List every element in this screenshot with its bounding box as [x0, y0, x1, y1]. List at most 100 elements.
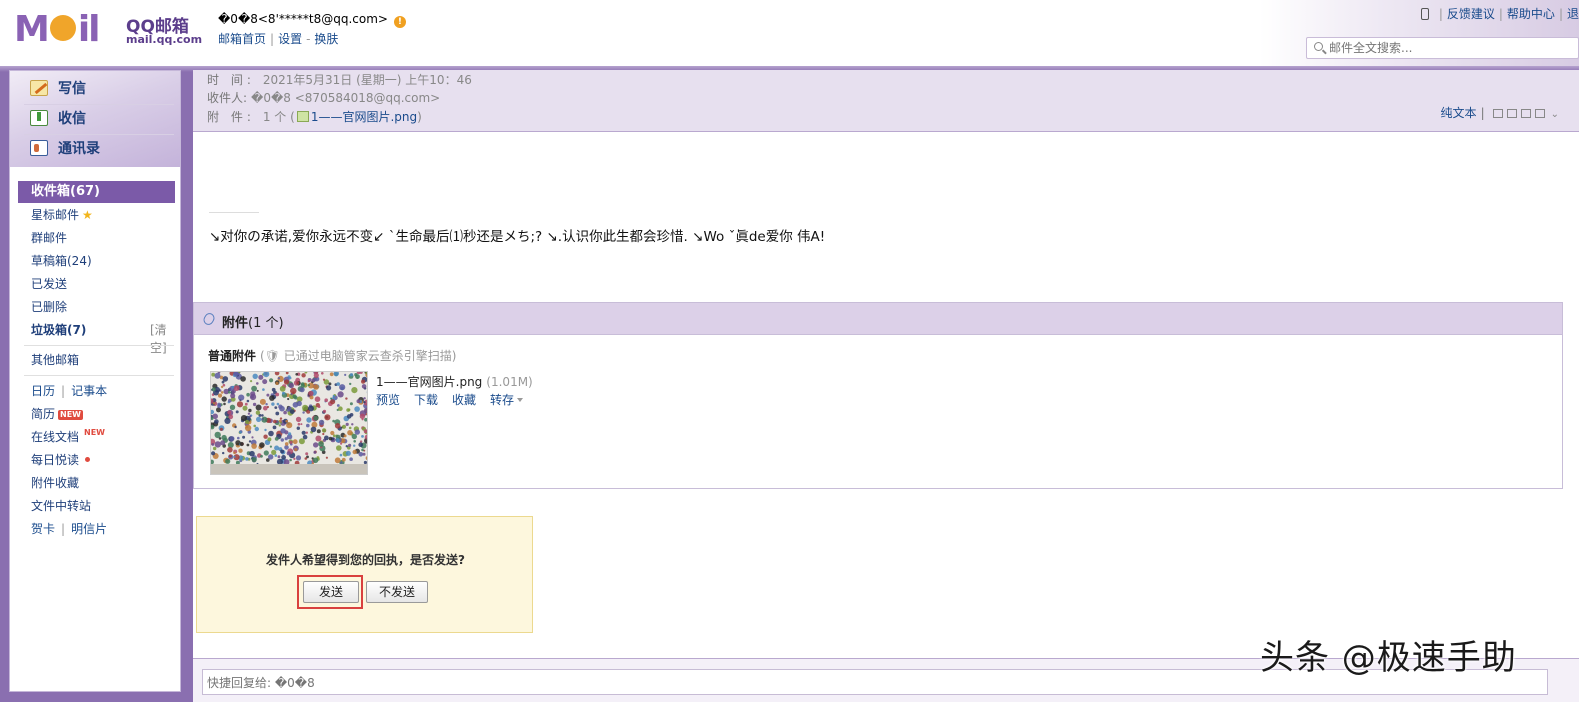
separator: -: [306, 32, 311, 46]
postcards-link[interactable]: 明信片: [71, 522, 107, 536]
calendar-link[interactable]: 日历: [31, 384, 55, 398]
receive-icon: [30, 110, 48, 126]
change-skin-link[interactable]: 换肤: [314, 32, 338, 46]
account-info: �0�8<8'*****t8@qq.com>!: [218, 12, 406, 28]
mail-header: 时 间: 2021年5月31日 (星期一) 上午10：46 收件人: �0�8 <8…: [193, 70, 1579, 132]
thumbnail-image: [211, 372, 367, 474]
download-link[interactable]: 下载: [414, 393, 438, 407]
download-icon[interactable]: [1520, 109, 1531, 118]
save-to-label: 转存: [490, 393, 515, 407]
separator: |: [61, 384, 66, 398]
attachment-file-name: 1——官网图片.png: [376, 375, 483, 389]
separator: |: [1498, 7, 1503, 21]
dont-send-receipt-button[interactable]: 不发送: [366, 581, 428, 603]
cards-postcards-row: 贺卡 | 明信片: [31, 520, 107, 538]
separator: |: [1558, 7, 1563, 21]
notes-link[interactable]: 记事本: [71, 384, 107, 398]
calendar-notes-row: 日历 | 记事本: [31, 382, 107, 400]
logo-bell-icon: [49, 15, 76, 41]
attachment-count: 1 个 (: [262, 110, 295, 124]
attachment-panel-count: (1 个): [248, 316, 284, 331]
settings-link[interactable]: 设置: [278, 32, 302, 46]
logo[interactable]: Mil QQ邮箱 mail.qq.com: [14, 10, 204, 50]
plain-text-link[interactable]: 纯文本: [1441, 106, 1477, 120]
folder-group[interactable]: 群邮件: [31, 229, 67, 247]
time-value: 2021年5月31日 (星期一) 上午10：46: [262, 73, 472, 87]
attachment-file-info: 1——官网图片.png (1.01M): [376, 373, 533, 390]
attachment-thumbnail[interactable]: [210, 371, 368, 475]
divider: [24, 345, 174, 346]
print-icon[interactable]: [1534, 109, 1545, 118]
folder-spam[interactable]: 垃圾箱(7): [31, 321, 86, 339]
save-to-link[interactable]: 转存: [490, 393, 524, 407]
contacts-button[interactable]: 通讯录: [30, 137, 100, 161]
help-center-link[interactable]: 帮助中心: [1507, 7, 1555, 21]
recipient-label: 收件人:: [207, 91, 248, 105]
header: Mil QQ邮箱 mail.qq.com �0�8<8'*****t8@qq.c…: [0, 0, 1579, 66]
new-badge: NEW: [84, 428, 105, 437]
separator: |: [61, 522, 66, 536]
receive-button[interactable]: 收信: [30, 107, 86, 131]
attachment-actions: 预览 下载 收藏 转存: [376, 391, 537, 408]
resume-link[interactable]: 简历 NEW: [31, 405, 83, 423]
time-row: 时 间: 2021年5月31日 (星期一) 上午10：46: [207, 71, 472, 88]
separator: |: [270, 32, 275, 46]
search-box[interactable]: [1306, 37, 1579, 59]
folder-inbox[interactable]: 收件箱(67): [18, 181, 175, 203]
preview-link[interactable]: 预览: [376, 393, 400, 407]
mail-reader: 时 间: 2021年5月31日 (星期一) 上午10：46 收件人: �0�8 <8…: [193, 70, 1579, 702]
recipient-row: 收件人: �0�8 <870584018@qq.com>: [207, 89, 440, 106]
recipient-value[interactable]: �0�8 <870584018@qq.com>: [251, 91, 440, 105]
logout-link[interactable]: 退: [1567, 7, 1579, 21]
search-input[interactable]: [1329, 40, 1569, 56]
attachment-panel-title: 附件(1 个): [222, 312, 284, 331]
account-links: 邮箱首页 | 设置 - 换肤: [218, 30, 338, 47]
scan-note: (🛡 已通过电脑管家云查杀引擎扫描): [260, 349, 457, 363]
mail-content: ↘对你の承诺,爱你永远不变↙ `生命最后⑴秒还是メち;? ↘.认识你此生都会珍惜…: [209, 229, 826, 245]
normal-attachment-label: 普通附件: [208, 349, 257, 363]
quick-actions: 写信 收信 通讯录: [10, 71, 180, 167]
normal-attachment-row: 普通附件 (🛡 已通过电脑管家云查杀引擎扫描): [208, 347, 456, 364]
search-icon[interactable]: [1314, 42, 1323, 51]
watermark: 头条 @极速手助: [1260, 638, 1517, 678]
folder-sent[interactable]: 已发送: [31, 275, 67, 293]
attachment-panel: 附件(1 个) 普通附件 (🛡 已通过电脑管家云查杀引擎扫描) 1——官网图片.p…: [193, 302, 1563, 489]
attachment-collection-link[interactable]: 附件收藏: [31, 474, 79, 492]
online-docs-link[interactable]: 在线文档 NEW: [31, 428, 107, 446]
feedback-link[interactable]: 反馈建议: [1447, 7, 1495, 21]
warning-icon[interactable]: !: [393, 16, 406, 28]
folder-drafts[interactable]: 草稿箱(24): [31, 252, 92, 270]
logo-domain: mail.qq.com: [126, 33, 203, 46]
greeting-cards-link[interactable]: 贺卡: [31, 522, 55, 536]
send-receipt-button[interactable]: 发送: [303, 581, 359, 603]
daily-reading-link[interactable]: 每日悦读: [31, 451, 91, 469]
compose-button[interactable]: 写信: [30, 77, 86, 101]
folder-starred[interactable]: 星标邮件 ★: [31, 206, 93, 224]
unread-dot-icon: [85, 457, 91, 462]
mobile-icon[interactable]: [1420, 8, 1429, 20]
receipt-message: 发件人希望得到您的回执，是否发送?: [266, 553, 465, 567]
clear-spam-link[interactable]: [清空]: [150, 321, 180, 355]
compose-icon: [30, 80, 48, 96]
read-receipt-box: 发件人希望得到您的回执，是否发送? 发送 不发送: [196, 516, 533, 633]
folder-other-mailbox[interactable]: 其他邮箱: [31, 351, 79, 369]
file-transfer-link[interactable]: 文件中转站: [31, 497, 91, 515]
folder-deleted[interactable]: 已删除: [31, 298, 67, 316]
receive-label: 收信: [58, 111, 86, 127]
attachment-panel-header: 附件(1 个): [194, 303, 1562, 335]
attachment-link[interactable]: 1——官网图片.png: [311, 110, 417, 124]
chevron-down-icon[interactable]: ⌄: [1551, 109, 1559, 120]
fullscreen-icon[interactable]: [1506, 109, 1517, 118]
caret-down-icon: [517, 398, 524, 402]
image-file-icon: [296, 111, 309, 122]
mailbox-home-link[interactable]: 邮箱首页: [218, 32, 266, 46]
new-window-icon[interactable]: [1492, 109, 1503, 118]
attachment-row: 附 件: 1 个 (1——官网图片.png): [207, 108, 422, 125]
top-links: | 反馈建议 | 帮助中心 | 退: [1420, 5, 1579, 22]
collect-link[interactable]: 收藏: [452, 393, 476, 407]
view-tools: 纯文本 | ⌄: [1441, 104, 1559, 121]
attachment-label: 附 件:: [207, 110, 255, 124]
attachment-file-size: (1.01M): [486, 375, 533, 389]
divider: [24, 134, 174, 135]
contacts-icon: [30, 140, 48, 156]
